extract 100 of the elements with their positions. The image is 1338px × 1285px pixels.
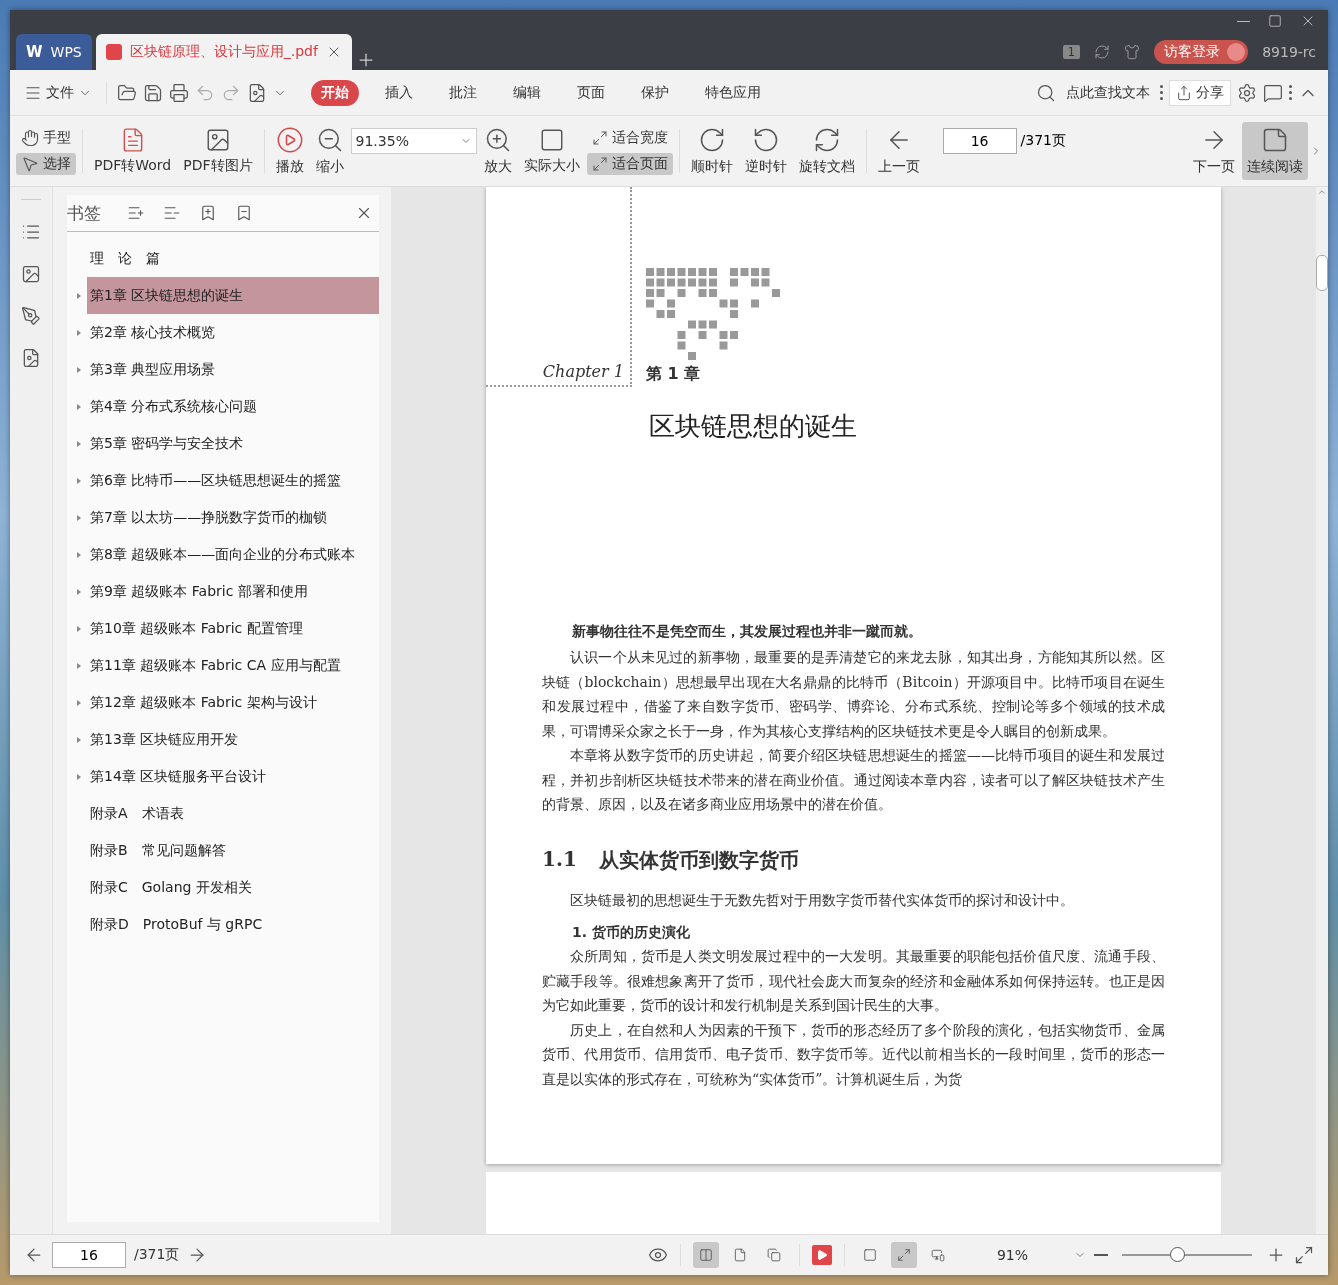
zoom-select[interactable]: 91.35% xyxy=(350,128,477,154)
thumbnail-icon xyxy=(21,264,41,284)
login-button[interactable]: 访客登录 xyxy=(1154,40,1249,64)
expand-arrow-icon[interactable] xyxy=(77,551,81,558)
menu-tab[interactable]: 插入 xyxy=(375,79,423,106)
menu-tab[interactable]: 编辑 xyxy=(503,79,551,106)
bookmark-item[interactable]: 第4章 分布式系统核心问题 xyxy=(87,388,379,425)
save-icon xyxy=(143,82,163,103)
previous-page-button[interactable]: 上一页 xyxy=(872,122,925,180)
tab-label: 区块链原理、设计与应用_.pdf xyxy=(129,43,318,61)
open-icon xyxy=(117,82,137,103)
page-number-field[interactable]: 16 xyxy=(52,1242,126,1268)
fit-button[interactable]: 适合页面 xyxy=(586,153,673,175)
fit-page-button[interactable] xyxy=(890,1242,917,1268)
share-icon xyxy=(1176,84,1192,101)
expand-arrow-icon[interactable] xyxy=(77,773,81,780)
scroll-up-icon xyxy=(1317,187,1327,197)
zoom-out-button[interactable]: 缩小 xyxy=(310,122,349,180)
bookmark-item[interactable]: 第8章 超级账本——面向企业的分布式账本 xyxy=(87,536,379,573)
page-total: /371页 xyxy=(134,1246,180,1264)
expand-arrow-icon[interactable] xyxy=(77,662,81,669)
tab[interactable]: 区块链原理、设计与应用_.pdf xyxy=(95,34,352,70)
menu-tab[interactable]: 开始 xyxy=(311,79,359,106)
maximize-icon xyxy=(1268,14,1282,28)
chapter-number: 第 1 章 xyxy=(646,364,702,385)
share-button[interactable]: 分享 xyxy=(1169,79,1231,106)
minimize-icon[interactable] xyxy=(1237,20,1250,22)
panel-title: 书签 xyxy=(67,201,101,225)
zoom-in-button[interactable]: 放大 xyxy=(478,122,517,180)
comment-icon xyxy=(1263,82,1283,103)
bookmark-item[interactable]: 第12章 超级账本 Fabric 架构与设计 xyxy=(87,684,379,721)
play-button[interactable] xyxy=(811,1245,832,1265)
bookmark-item[interactable]: 附录C Golang 开发相关 xyxy=(87,869,379,906)
tab[interactable]: W WPS xyxy=(16,34,92,70)
rotate-counterclockwise-button[interactable]: 逆时针 xyxy=(739,122,792,180)
pdf-to-image-button[interactable]: PDF转图片 xyxy=(178,123,258,179)
bookmark-item[interactable]: 第6章 比特币——区块链思想诞生的摇篮 xyxy=(87,462,379,499)
expand-arrow-icon[interactable] xyxy=(77,292,81,299)
page-number-field[interactable]: 16 xyxy=(942,128,1017,154)
bookmark-item[interactable]: 第13章 区块链应用开发 xyxy=(87,721,379,758)
paragraph: 认识一个从未见过的新事物，最重要的是弄清楚它的来龙去脉，知其出身，方能知其所以然。区块链（blockchain）思想最早出现在大名鼎鼎的比特币（Bitcoin）开源项目中。比特币项目在诞生和发展过程中，借鉴了来自数字货币、密码学、博弈论、分布式系统、控制论等多个领域的技术成果，可谓博采众家之长于一身，作为其核心支撑结构的区块链技术更是令人瞩目的创新成果。 xyxy=(542,648,1165,741)
lead-sentence: 新事物往往不是凭空而生，其发展过程也并非一蹴而就。 xyxy=(572,622,923,641)
bookmark-item[interactable]: 第5章 密码学与安全技术 xyxy=(87,425,379,462)
expand-arrow-icon[interactable] xyxy=(77,440,81,447)
search-icon xyxy=(1036,82,1056,103)
export-icon xyxy=(247,82,267,103)
expand-arrow-icon[interactable] xyxy=(77,514,81,521)
bookmark-item[interactable]: 附录B 常见问题解答 xyxy=(87,832,379,869)
expand-arrow-icon[interactable] xyxy=(77,736,81,743)
next-page-button[interactable]: 下一页 xyxy=(1188,122,1240,180)
expand-arrow-icon[interactable] xyxy=(77,625,81,632)
pen-icon xyxy=(21,306,41,326)
search-link[interactable]: 点此查找文本 xyxy=(1062,81,1154,104)
bookmark-item[interactable]: 第3章 典型应用场景 xyxy=(87,351,379,388)
bookmark-item[interactable]: 第1章 区块链思想的诞生 xyxy=(87,277,379,314)
rotate-document-button[interactable]: 旋转文档 xyxy=(793,122,860,180)
expand-arrow-icon[interactable] xyxy=(77,477,81,484)
play-button[interactable]: 播放 xyxy=(270,122,309,180)
continuous-reading-button[interactable]: 连续阅读 xyxy=(1242,122,1308,180)
scrollbar-thumb[interactable] xyxy=(1316,255,1328,291)
expand-arrow-icon[interactable] xyxy=(77,699,81,706)
bookmark-item[interactable]: 第11章 超级账本 Fabric CA 应用与配置 xyxy=(87,647,379,684)
sync-icon xyxy=(1094,44,1111,60)
remove-bookmark-icon xyxy=(235,204,253,222)
slider-thumb[interactable] xyxy=(1169,1247,1185,1262)
tab-label: WPS xyxy=(50,44,82,60)
skin-icon xyxy=(1124,44,1141,60)
fit-page-icon xyxy=(896,1246,911,1264)
bookmark-item[interactable]: 理 论 篇 xyxy=(87,240,379,277)
file-menu[interactable]: 文件 xyxy=(20,81,96,104)
bookmark-item[interactable]: 第7章 以太坊——挣脱数字货币的枷锁 xyxy=(87,499,379,536)
bookmark-item[interactable]: 附录D ProtoBuf 与 gRPC xyxy=(87,906,379,943)
add-bookmark-icon xyxy=(199,204,217,222)
bookmark-item[interactable]: 第2章 核心技术概览 xyxy=(87,314,379,351)
rotate-clockwise-button[interactable]: 顺时针 xyxy=(685,122,738,180)
tool-button[interactable]: 手型 xyxy=(16,127,76,149)
pdf-to-word-button[interactable]: PDF转Word xyxy=(89,123,177,179)
two-page-button[interactable] xyxy=(692,1242,719,1268)
logo: W xyxy=(26,43,43,61)
double-page-icon xyxy=(766,1246,781,1264)
expand-arrow-icon[interactable] xyxy=(77,403,81,410)
expand-arrow-icon[interactable] xyxy=(77,366,81,373)
avatar xyxy=(1227,43,1246,61)
menu-tab[interactable]: 批注 xyxy=(439,79,487,106)
fit-button[interactable]: 适合宽度 xyxy=(586,127,673,149)
paragraph: 历史上，在自然和人为因素的干预下，货币的形态经历了多个阶段的演化，包括实物货币、金属货币、代用货币、信用货币、电子货币、数字货币等。近代以前相当长的一段时间里，货币的形态一直是以实体的形式存在，可统称为“实体货币”。计算机诞生后，为货 xyxy=(542,1020,1165,1089)
bookmark-item[interactable]: 第9章 超级账本 Fabric 部署和使用 xyxy=(87,573,379,610)
bookmark-item[interactable]: 附录A 术语表 xyxy=(87,795,379,832)
menu-tab[interactable]: 页面 xyxy=(567,79,615,106)
actual-size-button[interactable]: 实际大小 xyxy=(518,123,585,179)
bookmark-item[interactable]: 第14章 区块链服务平台设计 xyxy=(87,758,379,795)
play-icon xyxy=(275,126,304,154)
tool-button[interactable]: 选择 xyxy=(16,153,76,175)
expand-arrow-icon[interactable] xyxy=(77,588,81,595)
expand-all-icon xyxy=(127,204,145,222)
bookmark-item[interactable]: 第10章 超级账本 Fabric 配置管理 xyxy=(87,610,379,647)
expand-arrow-icon[interactable] xyxy=(77,329,81,336)
menu-tab[interactable]: 保护 xyxy=(631,79,679,106)
menu-tab[interactable]: 特色应用 xyxy=(695,79,771,106)
actual-size-icon xyxy=(862,1246,877,1264)
